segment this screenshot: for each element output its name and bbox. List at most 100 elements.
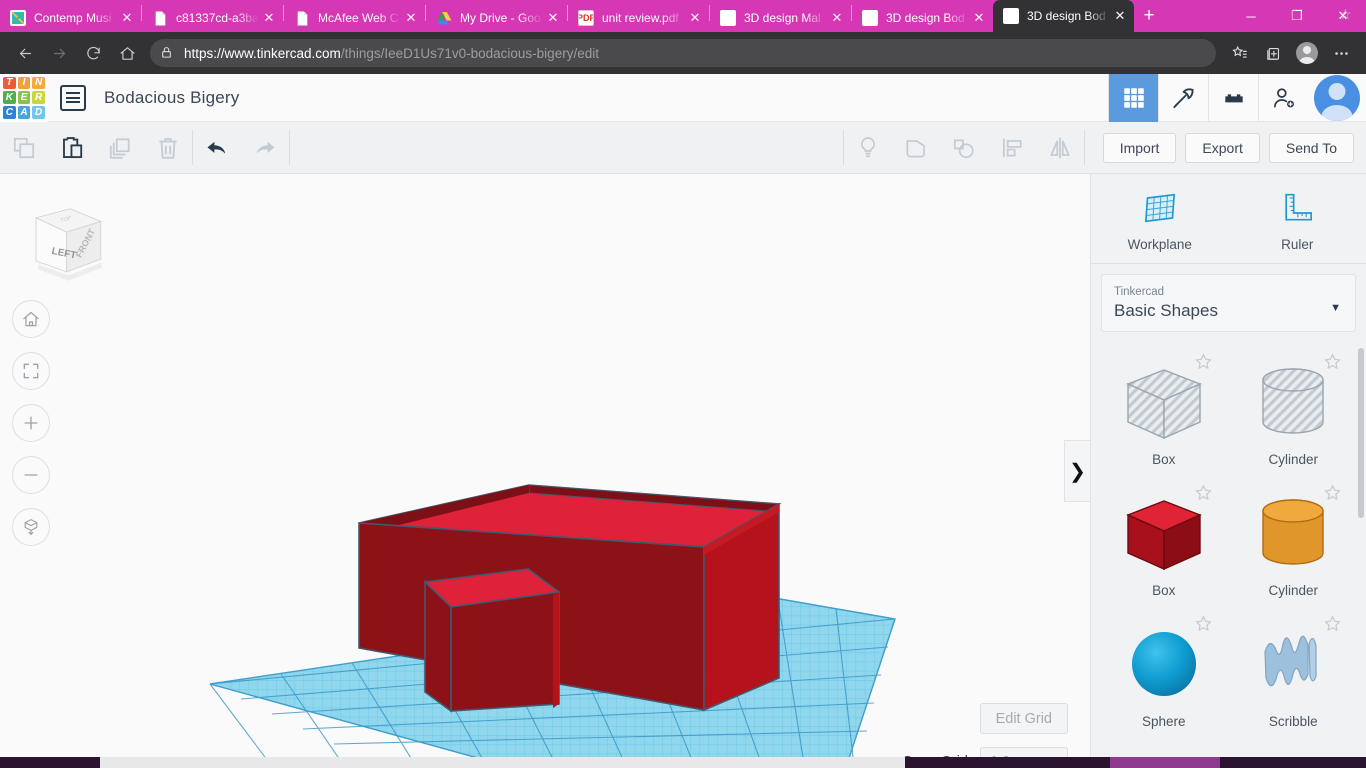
fit-to-view-icon[interactable]	[12, 352, 50, 390]
chevron-down-icon: ▼	[1330, 302, 1341, 315]
blocks-icon[interactable]	[1208, 73, 1258, 122]
send-to-button[interactable]: Send To	[1268, 132, 1354, 163]
browser-tab[interactable]: 3D design Mal ✕	[710, 4, 851, 32]
browser-tab[interactable]: Contemp Musi ✕	[0, 4, 141, 32]
duplicate-icon[interactable]	[96, 122, 144, 174]
shape-item[interactable]: Cylinder	[1229, 346, 1359, 471]
delete-icon[interactable]	[144, 122, 192, 174]
ungroup-icon[interactable]	[940, 122, 988, 174]
import-button[interactable]: Import	[1102, 132, 1177, 163]
shape-label: Box	[1152, 452, 1176, 468]
zoom-out-icon[interactable]	[12, 456, 50, 494]
tab-title: c81337cd-a3ba	[176, 11, 259, 25]
3d-viewport[interactable]: Workplane	[0, 174, 1090, 768]
project-menu-icon[interactable]	[60, 84, 86, 111]
home-icon[interactable]	[110, 36, 144, 70]
ruler-tool-label: Ruler	[1281, 237, 1314, 252]
lock-icon	[160, 46, 175, 61]
shape-library-select[interactable]: Tinkercad Basic Shapes ▼	[1101, 274, 1356, 333]
workplane-tool[interactable]: Workplane	[1091, 174, 1229, 263]
main-toolbar: Import Export Send To	[0, 122, 1366, 174]
edit-grid-button[interactable]: Edit Grid	[979, 703, 1068, 734]
grid-icon[interactable]	[1108, 73, 1158, 122]
3d-scene[interactable]: Workplane	[0, 174, 1090, 768]
close-icon[interactable]: ✕	[687, 10, 703, 26]
back-icon[interactable]	[8, 36, 42, 70]
close-icon[interactable]: ✕	[1112, 8, 1128, 24]
url-path: /things/IeeD1Us71v0-bodacious-bigery/edi…	[340, 45, 599, 61]
browser-tab[interactable]: McAfee Web C ✕	[284, 4, 425, 32]
align-icon[interactable]	[988, 122, 1036, 174]
close-icon[interactable]: ✕	[119, 10, 135, 26]
avatar[interactable]	[1314, 74, 1360, 121]
view-cube[interactable]: LEFT FRONT TOP	[18, 198, 108, 288]
tinkercad-icon	[1003, 8, 1019, 24]
zoom-in-icon[interactable]	[12, 404, 50, 442]
collapse-panel-handle[interactable]: ❯	[1064, 440, 1090, 502]
shape-item[interactable]: Cylinder	[1229, 477, 1359, 602]
close-icon[interactable]: ✕	[829, 10, 845, 26]
document-icon	[294, 10, 310, 26]
export-button[interactable]: Export	[1185, 132, 1260, 163]
favorite-star-icon[interactable]	[1323, 352, 1342, 371]
undo-icon[interactable]	[193, 122, 241, 174]
close-icon[interactable]: ✕	[545, 10, 561, 26]
window-minimize-button[interactable]: ─	[1228, 0, 1274, 32]
copy-icon[interactable]	[0, 122, 48, 174]
shape-label: Scribble	[1268, 714, 1318, 730]
ruler-tool[interactable]: Ruler	[1229, 174, 1366, 263]
notes-icon[interactable]	[844, 122, 892, 174]
close-icon[interactable]: ✕	[971, 10, 987, 26]
close-icon[interactable]: ✕	[261, 10, 277, 26]
object-tools	[844, 122, 1084, 173]
forward-icon[interactable]	[42, 36, 76, 70]
browser-tabs: Contemp Musi ✕ c81337cd-a3ba ✕ McAfee Web C ✕…	[0, 0, 1134, 32]
favorite-star-icon[interactable]	[1194, 352, 1213, 371]
browser-tab-active[interactable]: 3D design Bod ✕	[993, 0, 1134, 32]
tab-title: unit review.pdf	[602, 11, 679, 25]
address-bar[interactable]: https://www.tinkercad.com/things/IeeD1Us…	[150, 6, 1352, 67]
window-maximize-button[interactable]: ❐	[1274, 0, 1320, 32]
library-select-wrap: Tinkercad Basic Shapes ▼	[1091, 264, 1366, 340]
shape-item[interactable]: Sphere	[1099, 608, 1229, 733]
shape-label: Sphere	[1141, 714, 1186, 730]
browser-tab[interactable]: 3D design Bod ✕	[852, 4, 993, 32]
mirror-icon[interactable]	[1036, 122, 1084, 174]
favorite-star-icon[interactable]	[1323, 483, 1342, 502]
browser-tab[interactable]: c81337cd-a3ba ✕	[142, 4, 283, 32]
workplane-tool-label: Workplane	[1127, 237, 1192, 252]
profile-avatar[interactable]	[1290, 36, 1324, 70]
app-header: TIN KER CAD Bodacious Bigery	[0, 73, 1366, 122]
favorite-star-icon[interactable]	[1194, 483, 1213, 502]
library-name: Basic Shapes	[1114, 301, 1218, 321]
main-area: Workplane	[0, 174, 1366, 768]
close-icon[interactable]: ✕	[403, 10, 419, 26]
reload-icon[interactable]	[76, 36, 110, 70]
browser-settings-icon[interactable]	[1324, 36, 1358, 70]
perspective-toggle-icon[interactable]	[12, 508, 50, 546]
ruler-icon	[1285, 193, 1313, 221]
group-icon[interactable]	[892, 122, 940, 174]
taskbar-strip	[0, 757, 1366, 768]
tinker-tools-icon[interactable]	[1158, 73, 1208, 122]
add-user-icon[interactable]	[1258, 73, 1308, 122]
favorite-star-icon[interactable]	[1323, 614, 1342, 633]
favorites-icon[interactable]	[1222, 36, 1256, 70]
new-tab-button[interactable]: +	[1134, 2, 1164, 30]
logo-tile-i: I	[17, 76, 31, 90]
home-view-icon[interactable]	[12, 300, 50, 338]
collections-icon[interactable]	[1256, 36, 1290, 70]
shapes-scrollbar[interactable]	[1358, 348, 1364, 519]
shape-item[interactable]: Scribble	[1229, 608, 1359, 733]
browser-tab-bar: Contemp Musi ✕ c81337cd-a3ba ✕ McAfee Web C ✕…	[0, 0, 1366, 32]
bookmark-star-icon[interactable]: ☆	[1331, 6, 1352, 25]
browser-tab[interactable]: My Drive - Goo ✕	[426, 4, 567, 32]
shape-item[interactable]: Box	[1099, 477, 1229, 602]
browser-tab[interactable]: PDF unit review.pdf ✕	[568, 4, 709, 32]
paste-icon[interactable]	[48, 122, 96, 174]
tinkercad-logo[interactable]: TIN KER CAD	[0, 73, 48, 122]
favorite-star-icon[interactable]	[1194, 614, 1213, 633]
shapes-gallery[interactable]: Box Cylinder Box Cylinder Sphere Scribble	[1091, 340, 1366, 768]
shape-item[interactable]: Box	[1099, 346, 1229, 471]
redo-icon[interactable]	[241, 122, 289, 174]
